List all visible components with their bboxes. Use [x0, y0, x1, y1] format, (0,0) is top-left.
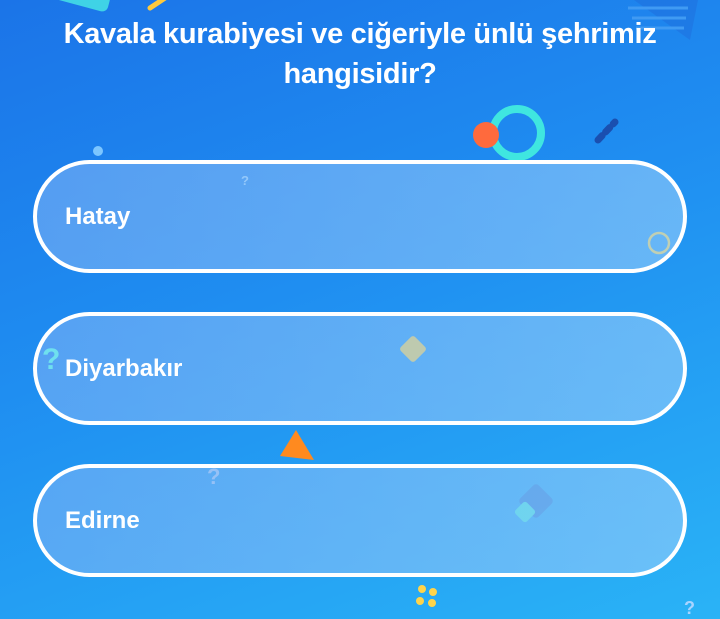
answer-label: Diyarbakır	[65, 354, 183, 382]
orange-dot-decoration	[473, 122, 499, 148]
yellow-stroke-decoration	[147, 0, 167, 11]
answer-label: Hatay	[65, 202, 131, 230]
teal-bar-decoration	[40, 0, 110, 12]
small-dot-decoration	[93, 146, 103, 156]
question-mark-icon: ?	[684, 598, 695, 618]
teal-ring-decoration	[489, 105, 545, 161]
dash-decoration	[594, 118, 619, 144]
answer-option-diyarbakir[interactable]: Diyarbakır	[33, 312, 687, 425]
answer-option-hatay[interactable]: Hatay	[33, 160, 687, 273]
orange-triangle-decoration	[280, 430, 314, 460]
yellow-dots-decoration	[416, 585, 437, 607]
answer-option-edirne[interactable]: Edirne	[33, 464, 687, 577]
answer-label: Edirne	[65, 506, 140, 534]
question-text: Kavala kurabiyesi ve ciğeriyle ünlü şehr…	[63, 18, 657, 90]
